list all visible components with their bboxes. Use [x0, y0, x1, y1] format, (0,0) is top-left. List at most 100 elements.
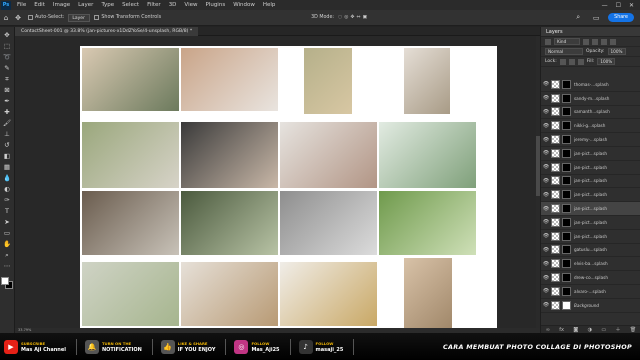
- blend-mode-select[interactable]: Normal: [545, 48, 583, 55]
- layer-mask-thumbnail[interactable]: [562, 79, 571, 89]
- visibility-eye-icon[interactable]: 👁: [541, 288, 551, 294]
- layer-mask-thumbnail[interactable]: [562, 300, 571, 310]
- visibility-eye-icon[interactable]: 👁: [541, 192, 551, 198]
- history-brush-icon[interactable]: ↺: [2, 141, 13, 150]
- auto-select-dropdown[interactable]: Layer: [68, 13, 91, 22]
- trash-icon[interactable]: 🗑: [630, 327, 636, 333]
- filter-type-icon[interactable]: [601, 38, 607, 45]
- color-swatches[interactable]: [1, 277, 13, 289]
- filter-pixel-icon[interactable]: [583, 38, 589, 45]
- layer-mask-thumbnail[interactable]: [562, 273, 571, 283]
- photo-garden-chairs[interactable]: [379, 191, 476, 255]
- photo-couple-walkway[interactable]: [404, 48, 450, 114]
- eyedropper-icon[interactable]: ✒: [2, 97, 13, 106]
- search-icon[interactable]: ⌕: [572, 13, 584, 22]
- visibility-eye-icon[interactable]: 👁: [541, 302, 551, 308]
- menu-window[interactable]: Window: [229, 2, 259, 8]
- photo-group-party[interactable]: [82, 191, 179, 255]
- visibility-eye-icon[interactable]: 👁: [541, 261, 551, 267]
- blur-icon[interactable]: 💧: [2, 174, 13, 183]
- layer-mask-thumbnail[interactable]: [562, 176, 571, 186]
- layer-row[interactable]: 👁 drew-co...splash: [541, 271, 640, 285]
- layer-row[interactable]: 👁 jan-pict...splash: [541, 188, 640, 203]
- layer-mask-thumbnail[interactable]: [562, 217, 571, 227]
- move-icon[interactable]: ✥: [2, 31, 13, 40]
- dodge-icon[interactable]: ◐: [2, 185, 13, 194]
- photo-couple-field[interactable]: [304, 48, 352, 114]
- eraser-icon[interactable]: ◧: [2, 152, 13, 161]
- mask-icon[interactable]: ◙: [573, 327, 578, 333]
- adjustment-icon[interactable]: ◑: [588, 327, 592, 333]
- visibility-eye-icon[interactable]: 👁: [541, 95, 551, 101]
- photo-window-couple[interactable]: [280, 191, 377, 255]
- layer-row[interactable]: 👁 elvis-ba...splash: [541, 257, 640, 272]
- visibility-eye-icon[interactable]: 👁: [541, 150, 551, 156]
- menu-help[interactable]: Help: [259, 2, 280, 8]
- layer-mask-thumbnail[interactable]: [562, 190, 571, 200]
- transform-controls-checkbox[interactable]: [94, 15, 100, 20]
- menu-select[interactable]: Select: [118, 2, 143, 8]
- move-tool-icon[interactable]: ✥: [12, 14, 24, 22]
- menu-edit[interactable]: Edit: [30, 2, 49, 8]
- visibility-eye-icon[interactable]: 👁: [541, 109, 551, 115]
- layer-row[interactable]: 👁 sandy-m...splash: [541, 92, 640, 106]
- layer-mask-thumbnail[interactable]: [562, 148, 571, 158]
- gradient-icon[interactable]: ▦: [2, 163, 13, 172]
- layer-mask-thumbnail[interactable]: [562, 121, 571, 131]
- foreground-color[interactable]: [1, 277, 9, 285]
- minimize-icon[interactable]: —: [602, 2, 608, 9]
- visibility-eye-icon[interactable]: 👁: [541, 123, 551, 129]
- lock-position-icon[interactable]: [568, 58, 575, 65]
- crop-icon[interactable]: ⌗: [2, 75, 13, 84]
- tab-layers[interactable]: Layers: [541, 27, 640, 37]
- clone-stamp-icon[interactable]: ⊥: [2, 130, 13, 139]
- visibility-eye-icon[interactable]: 👁: [541, 164, 551, 170]
- filter-shape-icon[interactable]: [610, 38, 616, 45]
- marquee-icon[interactable]: ⬚: [2, 42, 13, 51]
- share-button[interactable]: Share: [608, 13, 634, 22]
- frame-icon[interactable]: ⊠: [2, 86, 13, 95]
- layer-row[interactable]: 👁 thomas-...splash: [541, 78, 640, 92]
- lock-pixels-icon[interactable]: [559, 58, 566, 65]
- healing-icon[interactable]: ✚: [2, 108, 13, 117]
- visibility-eye-icon[interactable]: 👁: [541, 247, 551, 253]
- photo-couple-trees[interactable]: [82, 122, 179, 188]
- layer-row[interactable]: 👁 alvaro-...splash: [541, 285, 640, 299]
- photo-ring-hands[interactable]: [181, 48, 278, 111]
- layer-mask-thumbnail[interactable]: [562, 286, 571, 296]
- menu-filter[interactable]: Filter: [143, 2, 165, 8]
- layer-row[interactable]: 👁 jan-pict...splash: [541, 175, 640, 189]
- photo-wedding-table[interactable]: [82, 48, 179, 111]
- workspace-icon[interactable]: ▭: [590, 14, 602, 22]
- document-tab[interactable]: ContactSheet-001 @ 33.8% (jan-pictures-x…: [15, 27, 199, 36]
- type-icon[interactable]: T: [2, 207, 13, 216]
- document-canvas[interactable]: [80, 46, 497, 360]
- photo-floral-arch[interactable]: [379, 122, 476, 188]
- menu-view[interactable]: View: [180, 2, 201, 8]
- menu-plugins[interactable]: Plugins: [201, 2, 229, 8]
- lasso-icon[interactable]: ➰: [2, 53, 13, 62]
- opacity-input[interactable]: 100%: [607, 48, 626, 55]
- photo-rings-closeup[interactable]: [280, 262, 377, 326]
- more-tools-icon[interactable]: ⋯: [2, 262, 13, 271]
- layer-mask-thumbnail[interactable]: [562, 231, 571, 241]
- rectangle-icon[interactable]: ▭: [2, 229, 13, 238]
- layer-row[interactable]: 👁 jan-pict...splash: [541, 161, 640, 175]
- layer-row[interactable]: 👁 samanth...splash: [541, 106, 640, 120]
- quick-select-icon[interactable]: ✎: [2, 64, 13, 73]
- new-layer-icon[interactable]: ＋: [616, 326, 621, 333]
- visibility-eye-icon[interactable]: 👁: [541, 178, 551, 184]
- layer-mask-thumbnail[interactable]: [562, 135, 571, 145]
- home-icon[interactable]: ⌂: [0, 14, 12, 22]
- layer-row[interactable]: 👁 jan-pict...splash: [541, 202, 640, 216]
- layer-row[interactable]: 👁 jan-pict...splash: [541, 147, 640, 161]
- menu-file[interactable]: File: [13, 2, 30, 8]
- canvas-area[interactable]: [15, 36, 540, 360]
- layer-mask-thumbnail[interactable]: [562, 204, 571, 214]
- menu-layer[interactable]: Layer: [74, 2, 97, 8]
- photo-forest-couple[interactable]: [181, 191, 278, 255]
- menu-3d[interactable]: 3D: [165, 2, 181, 8]
- photo-holding-hands[interactable]: [181, 122, 278, 188]
- layer-row[interactable]: 👁 jan-pict...splash: [541, 216, 640, 230]
- layer-row[interactable]: 👁 gatuslu...splash: [541, 244, 640, 258]
